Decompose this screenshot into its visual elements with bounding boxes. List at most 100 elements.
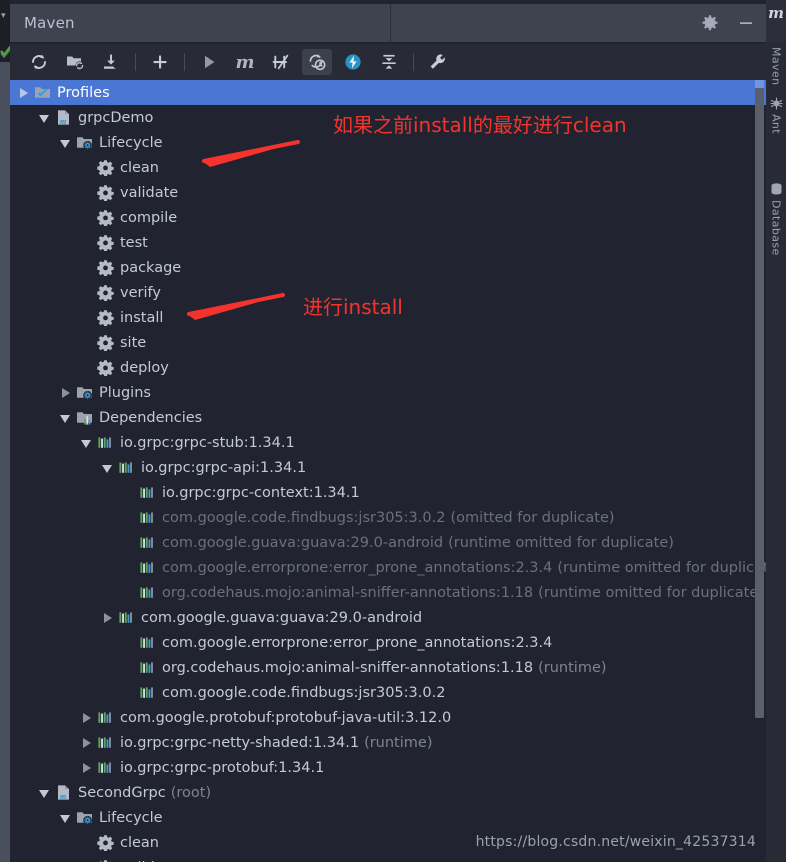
chevron-right-icon[interactable] <box>81 762 92 773</box>
download-sources-button[interactable] <box>96 49 126 75</box>
tree-row-grpcdemo[interactable]: m grpcDemo <box>10 105 766 130</box>
toggle-offline-mode-button[interactable] <box>302 49 332 75</box>
tree-row-goal-clean[interactable]: clean <box>10 155 766 180</box>
tree-row-dep-grpc-api[interactable]: io.grpc:grpc-api:1.34.1 <box>10 455 766 480</box>
add-maven-projects-button[interactable] <box>60 49 90 75</box>
chevron-right-icon[interactable] <box>18 87 29 98</box>
svg-text:m: m <box>60 117 66 126</box>
tree-row-dep-grpc-context[interactable]: io.grpc:grpc-context:1.34.1 <box>10 480 766 505</box>
vertical-scrollbar[interactable] <box>755 80 764 862</box>
add-plugin-button[interactable] <box>145 49 175 75</box>
tool-button-database-label: Database <box>769 200 783 256</box>
tree-row-dep-jsr305-omitted[interactable]: com.google.code.findbugs:jsr305:3.0.2 (om… <box>10 505 766 530</box>
show-dependencies-diagram-button[interactable] <box>338 49 368 75</box>
chevron-right-icon[interactable] <box>102 612 113 623</box>
tree-row-label: SecondGrpc <box>78 784 166 801</box>
tree-row-label: validate <box>120 184 179 201</box>
chevron-down-icon[interactable] <box>60 812 71 823</box>
tree-row-dep-jsr305[interactable]: com.google.code.findbugs:jsr305:3.0.2 <box>10 680 766 705</box>
clock-refresh-icon <box>309 54 326 71</box>
tree-row-dep-grpc-stub[interactable]: io.grpc:grpc-stub:1.34.1 <box>10 430 766 455</box>
chevron-down-icon[interactable] <box>39 112 50 123</box>
tree-row-suffix: (runtime omitted for duplicate) <box>448 534 674 551</box>
tree-row-dep-grpc-protobuf[interactable]: io.grpc:grpc-protobuf:1.34.1 <box>10 755 766 780</box>
toggle-skip-tests-button[interactable] <box>266 49 296 75</box>
tool-button-maven[interactable]: Maven <box>766 44 786 85</box>
tree-row-secondgrpc[interactable]: m SecondGrpc (root) <box>10 780 766 805</box>
tree-row-dep-errorprone[interactable]: com.google.errorprone:error_prone_annota… <box>10 630 766 655</box>
m-letter-icon: m <box>768 4 784 22</box>
goal-gear-icon-wrap <box>97 259 114 276</box>
tree-row-dep-protobuf-java-util[interactable]: com.google.protobuf:protobuf-java-util:3… <box>10 705 766 730</box>
tree-row-dep-animalsniffer[interactable]: org.codehaus.mojo:animal-sniffer-annotat… <box>10 655 766 680</box>
lifecycle-folder-icon-wrap <box>76 384 93 401</box>
database-icon <box>771 183 781 195</box>
tree-row-label: deploy <box>120 359 169 376</box>
lifecycle-folder-icon-wrap <box>76 809 93 826</box>
chevron-down-icon[interactable] <box>39 787 50 798</box>
tree-row-dep-guava[interactable]: com.google.guava:guava:29.0-android <box>10 605 766 630</box>
chevron-right-icon[interactable] <box>81 712 92 723</box>
tree-row-dep-grpc-netty-shaded[interactable]: io.grpc:grpc-netty-shaded:1.34.1 (runtime… <box>10 730 766 755</box>
tree-row-profiles[interactable]: Profiles <box>10 80 766 105</box>
reload-all-maven-projects-button[interactable] <box>24 49 54 75</box>
scrollbar-thumb[interactable] <box>755 88 764 718</box>
chevron-right-icon[interactable] <box>81 737 92 748</box>
dependency-bars-icon <box>119 462 132 473</box>
chevron-down-icon[interactable] <box>60 137 71 148</box>
maven-settings-button[interactable] <box>423 49 453 75</box>
chevron-down-icon[interactable] <box>81 437 92 448</box>
chevron-down-icon[interactable]: ▾ <box>1 12 6 21</box>
goal-gear-icon <box>97 260 114 276</box>
maven-tool-window: ▾ Maven m Profiles m grpcDemo Lifecycle … <box>0 0 786 862</box>
tree-row-goal-validate[interactable]: validate <box>10 180 766 205</box>
tree-row-goal-verify[interactable]: verify <box>10 280 766 305</box>
chevron-right-icon[interactable] <box>60 387 71 398</box>
tool-button-ant[interactable]: Ant <box>766 96 786 134</box>
tool-button-maven-label: Maven <box>769 47 783 86</box>
goal-gear-icon-wrap <box>97 184 114 201</box>
tree-row-goal-package[interactable]: package <box>10 255 766 280</box>
download-icon <box>104 54 116 69</box>
maven-projects-tree[interactable]: Profiles m grpcDemo Lifecycle clean validate c… <box>10 80 766 862</box>
tree-row-plugins[interactable]: Plugins <box>10 380 766 405</box>
run-maven-build-button[interactable] <box>194 49 224 75</box>
tree-row-label: org.codehaus.mojo:animal-sniffer-annotat… <box>162 584 534 601</box>
tree-row-label: Lifecycle <box>99 809 163 826</box>
tree-row-goal-site[interactable]: site <box>10 330 766 355</box>
tree-row-secondgrpc-lifecycle[interactable]: Lifecycle <box>10 805 766 830</box>
tree-row-label: io.grpc:grpc-context:1.34.1 <box>162 484 360 501</box>
dependency-bars-icon-wrap <box>139 509 156 526</box>
tree-row-goal-install[interactable]: install <box>10 305 766 330</box>
execute-maven-goal-button[interactable]: m <box>230 49 260 75</box>
chevron-down-icon[interactable] <box>60 412 71 423</box>
collapse-all-button[interactable] <box>374 49 404 75</box>
tree-row-dep-errorprone-omitted[interactable]: com.google.errorprone:error_prone_annota… <box>10 555 766 580</box>
tree-row-goal-deploy[interactable]: deploy <box>10 355 766 380</box>
tree-row-label: Profiles <box>57 84 110 101</box>
tool-button-database[interactable]: Database <box>766 182 786 256</box>
tree-row-dep-animalsniffer-omitted[interactable]: org.codehaus.mojo:animal-sniffer-annotat… <box>10 580 766 605</box>
goal-gear-icon-wrap <box>97 234 114 251</box>
tree-row-dep-guava-omitted[interactable]: com.google.guava:guava:29.0-android (runt… <box>10 530 766 555</box>
tree-row-dependencies[interactable]: Dependencies <box>10 405 766 430</box>
dependency-bars-icon-wrap <box>97 759 114 776</box>
left-edge-strip: ▾ <box>0 0 12 862</box>
minimize-icon[interactable] <box>736 13 756 33</box>
goal-gear-icon <box>97 160 114 176</box>
dependency-bars-icon <box>98 712 111 723</box>
tree-row-label: com.google.errorprone:error_prone_annota… <box>162 634 553 651</box>
chevron-down-icon[interactable] <box>102 462 113 473</box>
gear-icon[interactable] <box>700 13 720 33</box>
dependency-bars-icon-wrap <box>139 634 156 651</box>
tree-row-lifecycle[interactable]: Lifecycle <box>10 130 766 155</box>
dependency-bars-icon-wrap <box>139 684 156 701</box>
tree-row-goal-test[interactable]: test <box>10 230 766 255</box>
goal-gear-icon <box>97 235 114 251</box>
tree-row-label: Dependencies <box>99 409 203 426</box>
toolbar-divider <box>135 53 136 71</box>
tree-row-goal-compile[interactable]: compile <box>10 205 766 230</box>
tree-row-secondgrpc-validate[interactable]: validate <box>10 855 766 862</box>
tree-row-suffix: (runtime) <box>538 659 607 676</box>
tree-row-suffix: (root) <box>170 784 212 801</box>
